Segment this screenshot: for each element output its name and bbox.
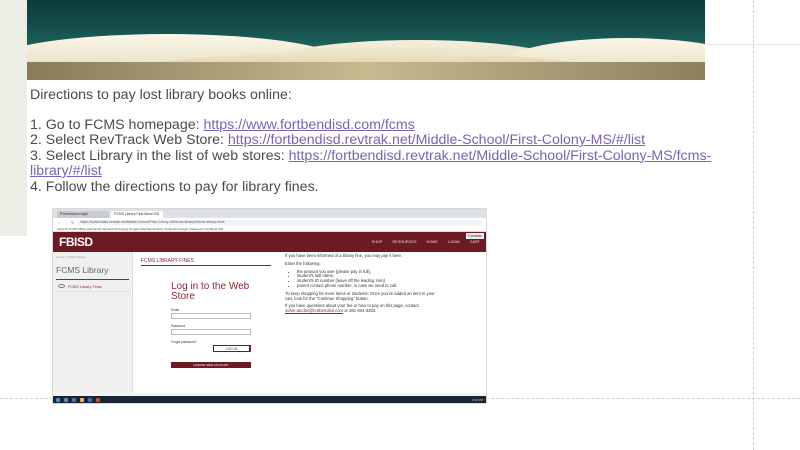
fines-info: If you have been informed of a library f… <box>285 253 435 317</box>
sidebar-item-library-fines[interactable]: FCMS Library Fines <box>56 283 129 292</box>
fbisd-site-header: FBISD SHOP RESOURCES HOME LOGIN CART Tra… <box>53 232 486 252</box>
breadcrumb: Home > FCMS Library <box>56 255 86 259</box>
search-icon[interactable] <box>64 397 68 402</box>
left-accent-strip <box>0 0 27 236</box>
eye-icon <box>58 284 65 288</box>
direction-step: 3. Select Library in the list of web sto… <box>30 147 730 180</box>
contact-email-link[interactable]: vickie.tacobs@fortbendisd.com <box>285 308 343 313</box>
nav-login[interactable]: LOGIN <box>448 240 460 244</box>
forgot-password-link[interactable]: Forgot password? <box>171 340 251 344</box>
nav-cart[interactable]: CART <box>470 240 480 244</box>
nav-resources[interactable]: RESOURCES <box>392 240 416 244</box>
slide: Directions to pay lost library books onl… <box>0 0 800 450</box>
password-label: Password <box>171 324 185 328</box>
step-text: 3. Select Library in the list of web sto… <box>30 147 289 164</box>
password-field[interactable] <box>171 329 251 335</box>
edge-icon[interactable] <box>72 397 76 402</box>
step-link[interactable]: https://fortbendisd.revtrak.net/Middle-S… <box>228 132 645 148</box>
folder-icon[interactable] <box>80 397 84 402</box>
info-list: the amount you owe (please pay in full),… <box>297 269 435 289</box>
directions-text: Directions to pay lost library books onl… <box>30 87 730 196</box>
site-sidebar: Home > FCMS Library FCMS Library FCMS Li… <box>53 252 133 393</box>
chrome-icon[interactable] <box>96 397 100 402</box>
books-banner-image <box>27 0 705 80</box>
step-text: 4. Follow the directions to pay for libr… <box>30 178 319 195</box>
reload-icon[interactable]: ↻ <box>71 220 74 225</box>
directions-steps: 1. Go to FCMS homepage: https://www.fort… <box>30 116 730 196</box>
start-icon[interactable] <box>56 397 60 402</box>
guide-line-vertical <box>753 0 754 450</box>
list-item: parent contact phone number, in case we … <box>297 283 435 289</box>
create-account-button[interactable]: CREATE NEW ACCOUNT <box>171 362 251 368</box>
site-nav: SHOP RESOURCES HOME LOGIN CART Translate <box>372 233 484 244</box>
translate-button[interactable]: Translate <box>465 233 484 239</box>
step-link[interactable]: https://www.fortbendisd.com/fcms <box>204 117 415 133</box>
directions-intro: Directions to pay lost library books onl… <box>30 87 292 103</box>
info-intro: If you have been informed of a library f… <box>285 253 403 258</box>
sidebar-item-label: FCMS Library Fines <box>68 285 102 289</box>
page-title: FCMS LIBRARY FINES <box>141 258 271 266</box>
email-label: Email <box>171 308 179 312</box>
browser-tab-active[interactable]: FCMS Library First Bend ISD <box>111 211 163 218</box>
website-screenshot: Presentation login FCMS Library First Be… <box>52 208 487 404</box>
info-shopping: To keep shopping for more items or stude… <box>285 290 435 301</box>
sidebar-title: FCMS Library <box>56 265 129 280</box>
step-text: 2. Select RevTrack Web Store: <box>30 132 228 148</box>
fbisd-logo[interactable]: FBISD <box>59 235 93 249</box>
nav-home[interactable]: HOME <box>426 240 437 244</box>
browser-address-row: ← → ↻ https://fortbendisd.revtrak.net/Mi… <box>53 218 486 226</box>
mail-icon[interactable] <box>88 397 92 402</box>
back-arrow-icon[interactable]: ← <box>57 220 61 225</box>
info-questions: If you have questions about your fee or … <box>285 303 435 314</box>
direction-step: 2. Select RevTrack Web Store: https://fo… <box>30 132 730 149</box>
browser-url-bar[interactable]: https://fortbendisd.revtrak.net/Middle-S… <box>77 219 482 225</box>
login-button[interactable]: LOG IN <box>213 345 251 352</box>
login-panel: Log in to the Web Store Email Password F… <box>171 282 251 368</box>
forward-arrow-icon[interactable]: → <box>64 220 68 225</box>
windows-taskbar: 1:53 PM <box>53 396 486 403</box>
site-body: Home > FCMS Library FCMS Library FCMS Li… <box>53 252 486 393</box>
browser-tab-bar: Presentation login FCMS Library First Be… <box>53 209 486 218</box>
direction-step: 4. Follow the directions to pay for libr… <box>30 178 730 196</box>
direction-step: 1. Go to FCMS homepage: https://www.fort… <box>30 116 730 134</box>
contact-phone: or 281-634-3383. <box>344 308 377 314</box>
info-enter: Enter the following: <box>285 260 321 266</box>
site-main: FCMS LIBRARY FINES Log in to the Web Sto… <box>133 252 486 393</box>
step-text: 1. Go to FCMS homepage: <box>30 116 204 133</box>
taskbar-clock: 1:53 PM <box>471 397 483 402</box>
email-field[interactable] <box>171 313 251 319</box>
guide-line-top-right <box>705 44 800 45</box>
login-title: Log in to the Web Store <box>171 281 250 302</box>
browser-tab[interactable]: Presentation login <box>57 211 109 218</box>
nav-shop[interactable]: SHOP <box>372 240 383 244</box>
